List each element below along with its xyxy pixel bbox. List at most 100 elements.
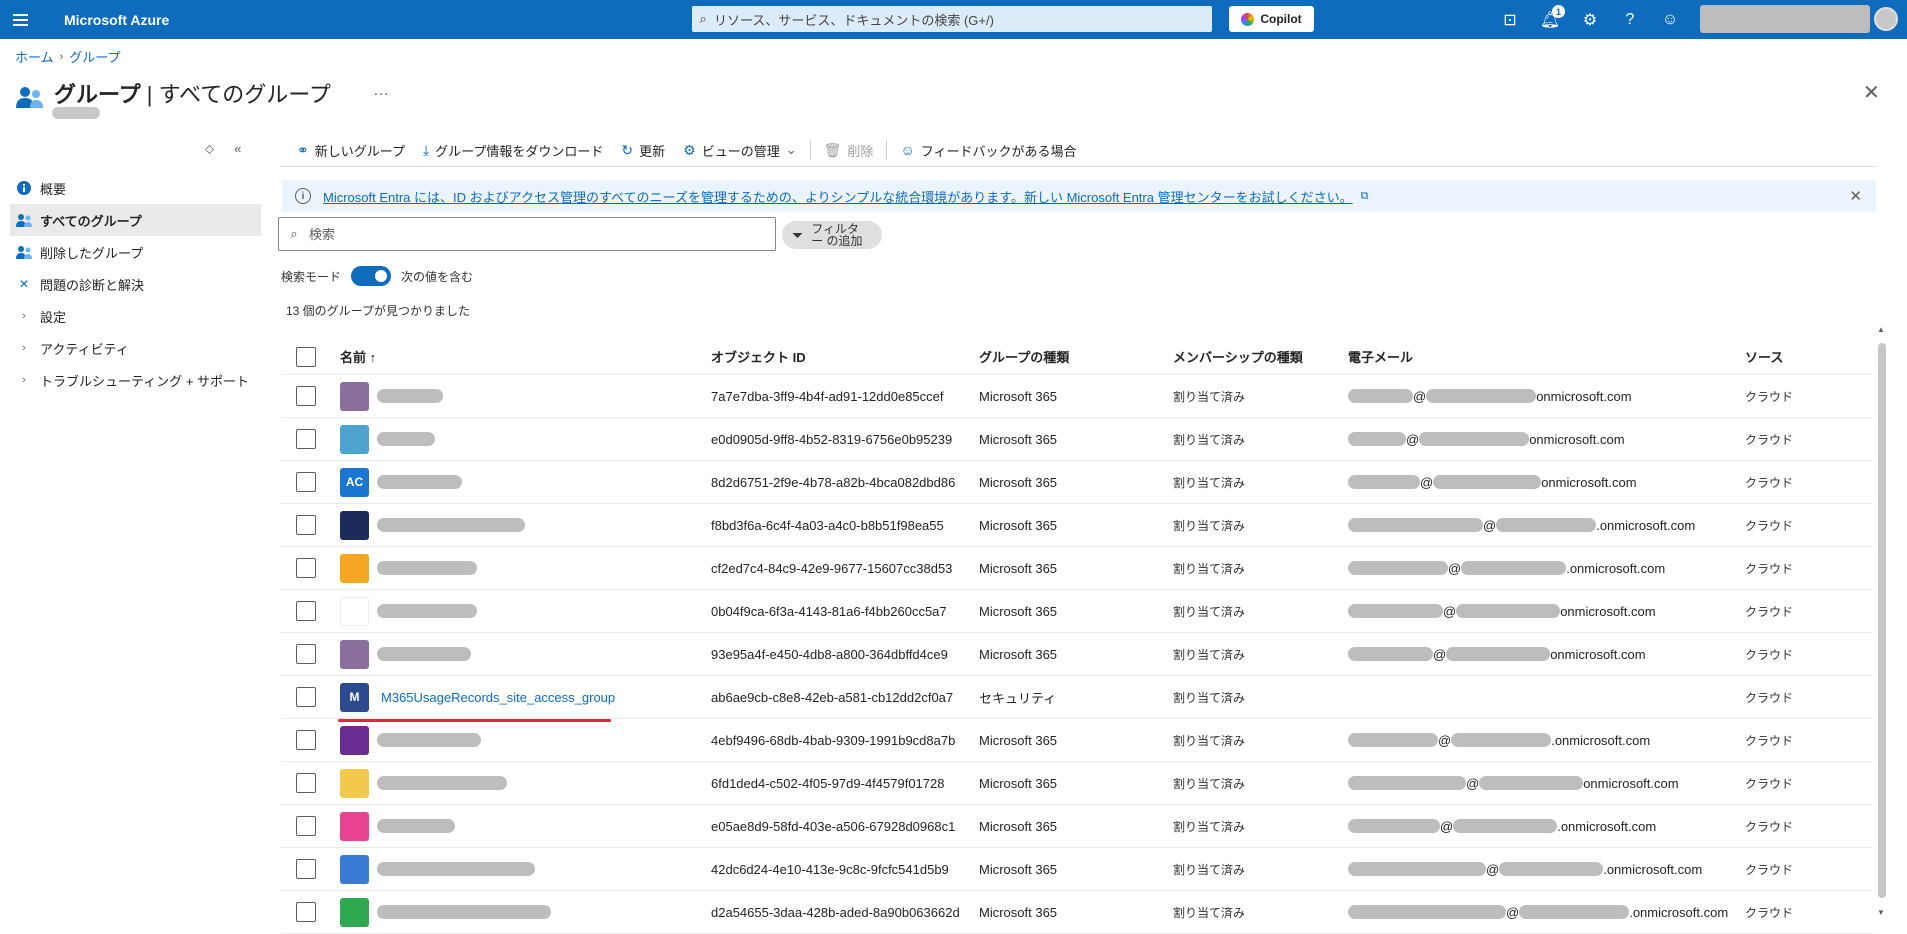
row-checkbox[interactable] (296, 429, 316, 449)
group-name-redacted[interactable] (377, 518, 525, 532)
help-icon[interactable]: ? (1610, 0, 1650, 39)
row-checkbox[interactable] (296, 902, 316, 922)
column-name[interactable]: 名前 ↑ (340, 347, 711, 366)
delete-button[interactable]: 🗑︎ 削除 (815, 137, 883, 163)
nav-item-overview[interactable]: 概要 (10, 172, 261, 204)
manage-view-label: ビューの管理 (701, 143, 780, 159)
row-checkbox[interactable] (296, 515, 316, 535)
table-row[interactable]: cf2ed7c4-84c9-42e9-9677-15607cc38d53 Mic… (281, 547, 1873, 590)
settings-gear-icon[interactable]: ⚙ (1570, 0, 1610, 39)
row-checkbox[interactable] (296, 558, 316, 578)
nav-item-all-groups[interactable]: すべてのグループ (10, 204, 261, 236)
brand-title[interactable]: Microsoft Azure (64, 12, 169, 28)
table-row[interactable]: 7a7e7dba-3ff9-4b4f-ad91-12dd0e85ccef Mic… (281, 375, 1873, 418)
copilot-button[interactable]: Copilot (1229, 6, 1314, 32)
close-icon[interactable]: ✕ (1863, 80, 1880, 105)
manage-view-button[interactable]: ⚙ ビューの管理 ⌄ (674, 137, 805, 163)
global-search-input[interactable]: ⌕ リソース、サービス、ドキュメントの検索 (G+/) (692, 6, 1212, 32)
source: クラウド (1745, 690, 1794, 705)
delete-label: 削除 (847, 143, 874, 159)
column-object-id[interactable]: オブジェクト ID (711, 347, 979, 366)
table-row[interactable]: e0d0905d-9ff8-4b52-8319-6756e0b95239 Mic… (281, 418, 1873, 461)
scroll-thumb[interactable] (1878, 343, 1886, 898)
select-all-checkbox[interactable] (296, 346, 316, 367)
nav-item-deleted-groups[interactable]: 削除したグループ (10, 236, 261, 268)
group-search-field[interactable]: ⌕ (278, 217, 776, 251)
avatar[interactable] (1874, 7, 1898, 31)
row-checkbox[interactable] (296, 730, 316, 750)
search-mode-toggle[interactable] (351, 266, 392, 286)
account-info[interactable] (1700, 5, 1870, 33)
row-checkbox[interactable] (296, 859, 316, 879)
download-icon: ⤓ (422, 141, 430, 158)
row-checkbox[interactable] (296, 644, 316, 664)
table-row[interactable]: 4ebf9496-68db-4bab-9309-1991b9cd8a7b Mic… (281, 719, 1873, 762)
table-row[interactable]: 93e95a4f-e450-4db8-a800-364dbffd4ce9 Mic… (281, 633, 1873, 676)
group-name-redacted[interactable] (377, 561, 477, 575)
scroll-up-icon[interactable]: ▲ (1877, 325, 1885, 334)
object-id: 42dc6d24-4e10-413e-9c8c-9fcfc541d5b9 (711, 861, 949, 877)
column-source[interactable]: ソース (1745, 347, 1865, 366)
nav-item-troubleshooting[interactable]: › トラブルシューティング + サポート (10, 364, 261, 396)
add-filter-button[interactable]: ⏷ フィルター の追加 (782, 221, 882, 249)
breadcrumb-home[interactable]: ホーム (15, 47, 54, 66)
group-name-redacted[interactable] (377, 389, 443, 403)
notifications-icon[interactable]: 🔔︎ 1 (1530, 0, 1570, 39)
row-checkbox[interactable] (296, 816, 316, 836)
group-name-redacted[interactable] (377, 819, 455, 833)
row-checkbox[interactable] (296, 472, 316, 492)
group-name-redacted[interactable] (377, 733, 481, 747)
external-link-icon[interactable]: ⧉ (1361, 190, 1369, 203)
close-banner-icon[interactable]: ✕ (1849, 187, 1862, 205)
column-email[interactable]: 電子メール (1348, 347, 1745, 366)
group-search-input[interactable] (309, 226, 749, 242)
table-row[interactable]: d2a54655-3daa-428b-aded-8a90b063662d Mic… (281, 891, 1873, 934)
column-group-type[interactable]: グループの種類 (979, 347, 1173, 366)
download-button[interactable]: ⤓ グループ情報をダウンロード (414, 137, 612, 163)
group-name-redacted[interactable] (377, 475, 462, 489)
nav-item-settings[interactable]: › 設定 (10, 300, 261, 332)
refresh-button[interactable]: ↻ 更新 (612, 137, 674, 163)
cloud-shell-icon[interactable]: ⊡ (1490, 0, 1530, 39)
sort-nav-icon[interactable]: ⬦ (205, 141, 214, 157)
row-checkbox[interactable] (296, 386, 316, 406)
row-checkbox[interactable] (296, 601, 316, 621)
column-membership[interactable]: メンバーシップの種類 (1173, 347, 1348, 366)
table-row[interactable]: e05ae8d9-58fd-403e-a506-67928d0968c1 Mic… (281, 805, 1873, 848)
table-row[interactable]: 0b04f9ca-6f3a-4143-81a6-f4bb260cc5a7 Mic… (281, 590, 1873, 633)
group-name-redacted[interactable] (377, 604, 477, 618)
email-suffix: .onmicrosoft.com (1551, 732, 1651, 748)
nav-item-activity[interactable]: › アクティビティ (10, 332, 261, 364)
email-suffix: .onmicrosoft.com (1596, 517, 1696, 533)
row-checkbox[interactable] (296, 687, 316, 707)
nav-item-diagnose[interactable]: ✕ 問題の診断と解決 (10, 268, 261, 300)
scroll-down-icon[interactable]: ▼ (1877, 908, 1885, 917)
new-group-button[interactable]: ⚭ 新しいグループ (288, 137, 414, 163)
row-checkbox[interactable] (296, 773, 316, 793)
table-row[interactable]: 6fd1ded4-c502-4f05-97d9-4f4579f01728 Mic… (281, 762, 1873, 805)
group-name-redacted[interactable] (377, 432, 435, 446)
table-row[interactable]: AC 8d2d6751-2f9e-4b78-a82b-4bca082dbd86 … (281, 461, 1873, 504)
feedback-icon[interactable]: ☺ (1650, 0, 1690, 39)
group-name-link[interactable]: M365UsageRecords_site_access_group (381, 690, 615, 705)
group-name-redacted[interactable] (377, 776, 507, 790)
breadcrumb-groups[interactable]: グループ (69, 47, 120, 66)
group-name-redacted[interactable] (377, 647, 471, 661)
object-id: 93e95a4f-e450-4db8-a800-364dbffd4ce9 (711, 646, 948, 662)
chevron-down-icon: ⌄ (785, 142, 797, 157)
group-name-redacted[interactable] (377, 905, 551, 919)
scrollbar[interactable]: ▲ ▼ (1877, 325, 1887, 930)
table-row[interactable]: 42dc6d24-4e10-413e-9c8c-9fcfc541d5b9 Mic… (281, 848, 1873, 891)
menu-icon[interactable] (0, 0, 40, 39)
more-options-icon[interactable]: … (373, 82, 390, 100)
table-row[interactable]: f8bd3f6a-6c4f-4a03-a4c0-b8b51f98ea55 Mic… (281, 504, 1873, 547)
feedback-button[interactable]: ☺ フィードバックがある場合 (891, 137, 1085, 163)
source: クラウド (1745, 862, 1794, 877)
email: @ .onmicrosoft.com (1348, 862, 1745, 877)
collapse-nav-icon[interactable]: « (234, 141, 241, 157)
table-row[interactable]: M M365UsageRecords_site_access_group ab6… (281, 676, 1873, 719)
entra-banner-link[interactable]: Microsoft Entra には、ID およびアクセス管理のすべてのニーズを… (323, 187, 1353, 206)
group-name-redacted[interactable] (377, 862, 535, 876)
refresh-icon: ↻ (621, 141, 634, 158)
email-at: @ (1466, 775, 1480, 791)
